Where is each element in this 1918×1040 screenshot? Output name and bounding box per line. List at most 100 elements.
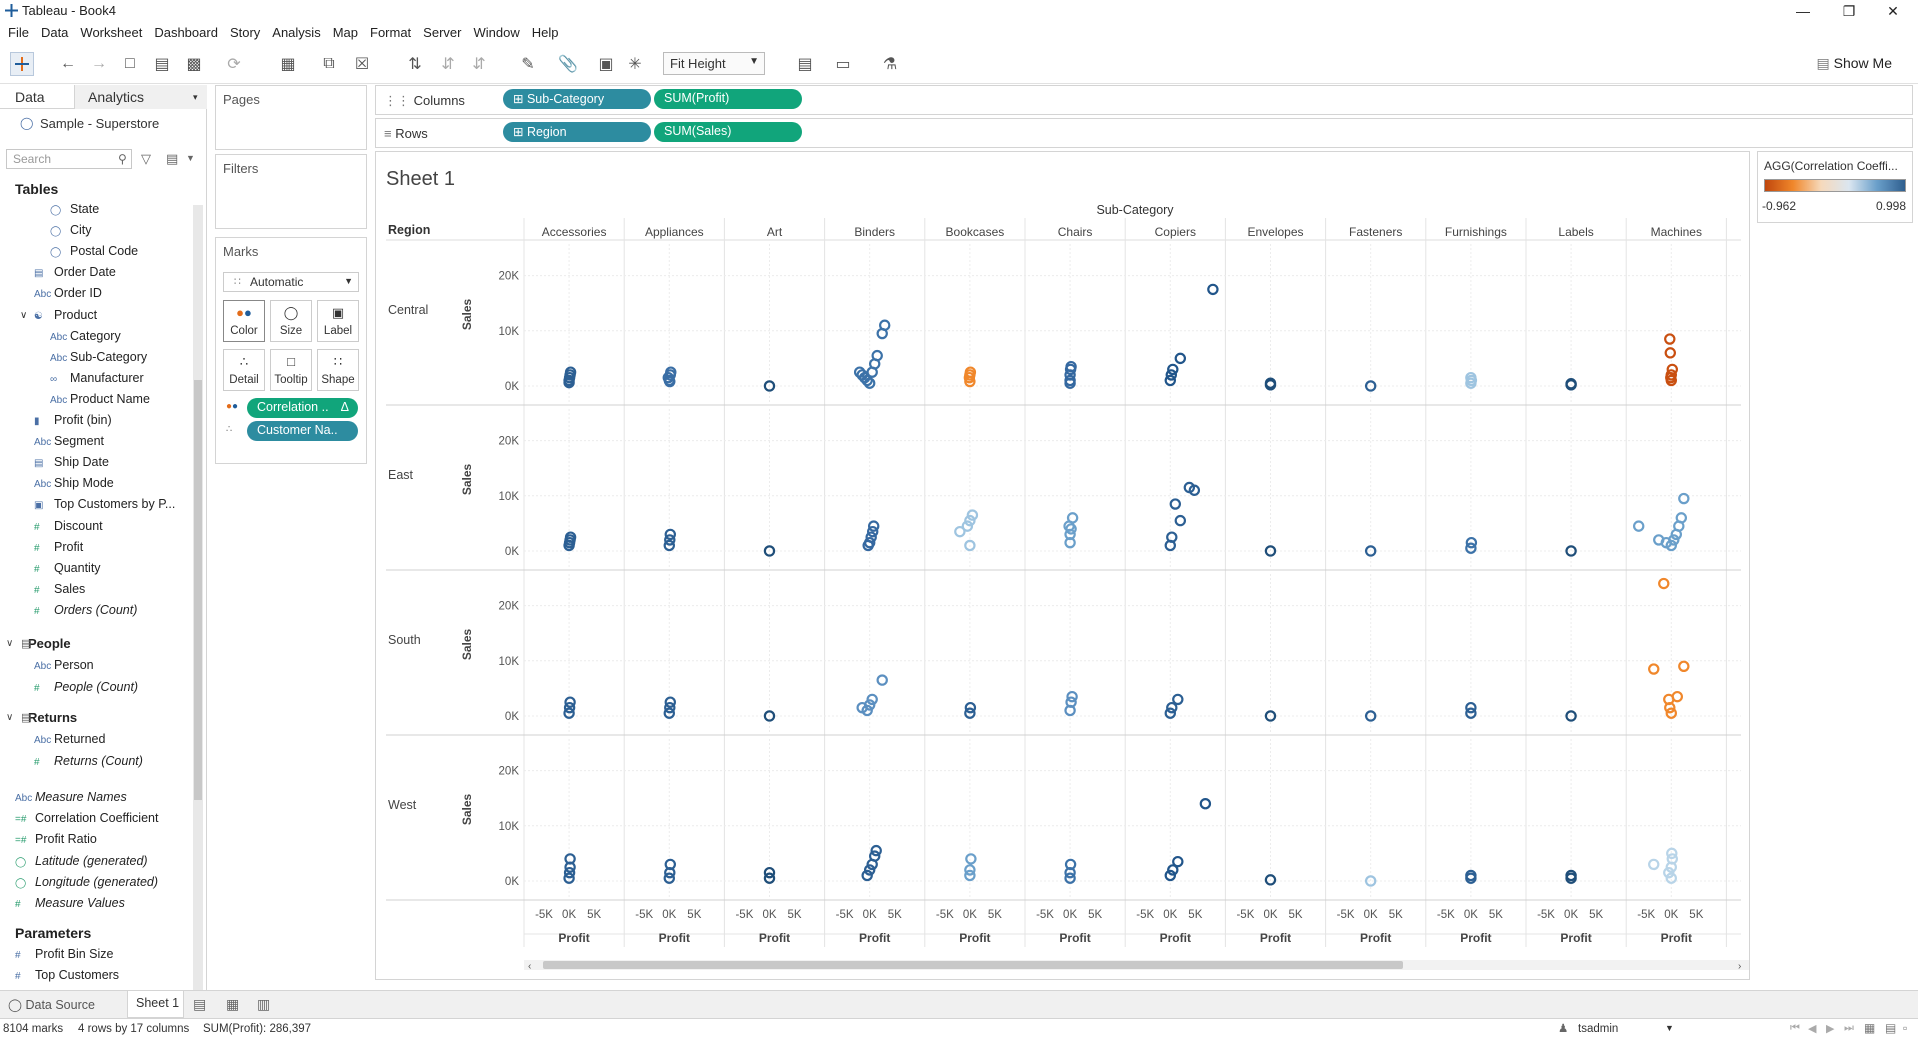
region-row-pill[interactable]: ⊞ Region [503,122,651,142]
sort-descending-icon[interactable]: ⇵ [467,52,491,76]
field-ship-mode[interactable]: Abc Ship Mode [34,476,114,490]
presentation-mode-icon[interactable]: ▭ [831,52,855,76]
field-extra-0[interactable]: Abc Measure Names [15,790,127,804]
sheet1-tab[interactable]: Sheet 1 [127,991,184,1018]
field-returns-1[interactable]: # Returns (Count) [34,754,143,768]
refresh-icon[interactable]: ⟳ [222,52,246,76]
field-product[interactable]: ☯ Product [34,308,97,322]
menu-analysis[interactable]: Analysis [266,22,326,44]
field-postal-code[interactable]: ◯ Postal Code [50,244,138,258]
scrollbar-thumb[interactable] [194,380,202,800]
new-worksheet-tab-icon[interactable]: ▤ [193,996,206,1013]
field-discount[interactable]: # Discount [34,519,103,533]
search-input[interactable]: Search [6,149,132,169]
filter-icon[interactable]: ▽ [141,151,151,167]
field-order-id[interactable]: Abc Order ID [34,286,102,300]
prev-page-icon[interactable]: ◀ [1808,1022,1816,1035]
menu-map[interactable]: Map [327,22,364,44]
field-profit-bin-[interactable]: ▮ Profit (bin) [34,413,112,427]
tooltip-button[interactable]: □ Tooltip [270,349,312,391]
field-state[interactable]: ◯ State [50,202,99,216]
returns-header[interactable]: Returns [28,710,77,725]
sort-ascending-icon[interactable]: ⇵ [436,52,460,76]
last-page-icon[interactable]: ⏭ [1844,1022,1854,1035]
field-profit[interactable]: # Profit [34,540,83,554]
next-page-icon[interactable]: ▶ [1826,1022,1834,1035]
field-extra-5[interactable]: # Measure Values [15,896,125,910]
people-collapse-icon[interactable]: ∨ [6,638,13,649]
returns-collapse-icon[interactable]: ∨ [6,712,13,723]
field-orders-count-[interactable]: # Orders (Count) [34,603,137,617]
list-view-icon[interactable]: ▤ [1885,1021,1896,1035]
correlation-pill[interactable]: Correlation .. Δ [247,398,358,418]
field-order-date[interactable]: ▤ Order Date [34,265,116,279]
menu-server[interactable]: Server [417,22,467,44]
menu-file[interactable]: File [0,22,35,44]
product-collapse-icon[interactable]: ∨ [20,310,27,321]
view-dropdown-icon[interactable]: ▼ [186,153,195,163]
share-icon[interactable]: ⚗ [878,52,902,76]
label-button[interactable]: ▣ Label [317,300,359,342]
save-icon[interactable]: □ [118,52,142,76]
clear-sheet-icon[interactable]: ☒ [350,52,374,76]
size-button[interactable]: ◯ Size [270,300,312,342]
menu-data[interactable]: Data [35,22,74,44]
filmstrip-view-icon[interactable]: ▫ [1903,1021,1907,1035]
show-me-button[interactable]: ▤ Show Me [1817,55,1892,72]
filters-card[interactable]: Filters [215,154,367,229]
field-sales[interactable]: # Sales [34,582,85,596]
new-datasource-icon[interactable]: ▤ [150,52,174,76]
field-product-name[interactable]: Abc Product Name [50,392,150,406]
swap-rows-columns-icon[interactable]: ⇅ [403,52,427,76]
redo-icon[interactable]: → [87,52,111,76]
fix-axes-icon[interactable]: ✳ [623,52,647,76]
data-source-tab[interactable]: ◯ Data Source [8,997,95,1012]
new-story-tab-icon[interactable]: ▥ [257,996,270,1013]
parameter-0[interactable]: # Profit Bin Size [15,947,114,961]
pane-menu-icon[interactable]: ▾ [193,92,198,103]
field-city[interactable]: ◯ City [50,223,92,237]
sum-profit-pill[interactable]: SUM(Profit) [654,89,802,109]
pause-updates-icon[interactable]: ▩ [182,52,206,76]
pages-card[interactable]: Pages [215,85,367,150]
field-people-1[interactable]: # People (Count) [34,680,138,694]
show-cards-icon[interactable]: ▤ [793,52,817,76]
color-button[interactable]: ●● Color [223,300,265,342]
data-pane-scrollbar[interactable] [193,205,203,1005]
field-ship-date[interactable]: ▤ Ship Date [34,455,109,469]
detail-button[interactable]: ∴ Detail [223,349,265,391]
menu-dashboard[interactable]: Dashboard [148,22,224,44]
subcategory-column-pill[interactable]: ⊞ Sub-Category [503,89,651,109]
tab-data[interactable]: Data [15,89,45,105]
group-members-icon[interactable]: 📎 [556,52,580,76]
view-list-icon[interactable]: ▤ [166,151,178,167]
field-top-customers-by-p-[interactable]: ▣ Top Customers by P... [34,497,175,511]
sum-sales-pill[interactable]: SUM(Sales) [654,122,802,142]
menu-worksheet[interactable]: Worksheet [74,22,148,44]
first-page-icon[interactable]: ⏮ [1790,1022,1800,1035]
menu-format[interactable]: Format [364,22,417,44]
customer-name-pill[interactable]: Customer Na.. [247,421,358,441]
parameter-1[interactable]: # Top Customers [15,968,119,982]
new-dashboard-tab-icon[interactable]: ▦ [226,996,239,1013]
menu-window[interactable]: Window [467,22,525,44]
menu-help[interactable]: Help [526,22,565,44]
people-header[interactable]: People [28,636,71,651]
user-dropdown-icon[interactable]: ▼ [1665,1023,1674,1033]
menu-story[interactable]: Story [224,22,266,44]
field-sub-category[interactable]: Abc Sub-Category [50,350,147,364]
datasource-row[interactable]: ◯ Sample - Superstore [0,109,206,135]
shape-button[interactable]: ∷ Shape [317,349,359,391]
highlight-icon[interactable]: ✎ [516,52,540,76]
show-mark-labels-icon[interactable]: ▣ [594,52,618,76]
restore-icon[interactable]: ❐ [1829,0,1869,22]
minimize-icon[interactable]: — [1783,0,1823,22]
field-manufacturer[interactable]: ∞ Manufacturer [50,371,144,385]
fit-dropdown[interactable]: Fit Height ▼ [663,52,765,75]
field-extra-4[interactable]: ◯ Longitude (generated) [15,875,158,889]
field-extra-2[interactable]: =# Profit Ratio [15,832,97,846]
mark-type-dropdown[interactable]: ∷ Automatic ▼ [223,272,359,292]
field-quantity[interactable]: # Quantity [34,561,101,575]
field-category[interactable]: Abc Category [50,329,121,343]
field-segment[interactable]: Abc Segment [34,434,104,448]
